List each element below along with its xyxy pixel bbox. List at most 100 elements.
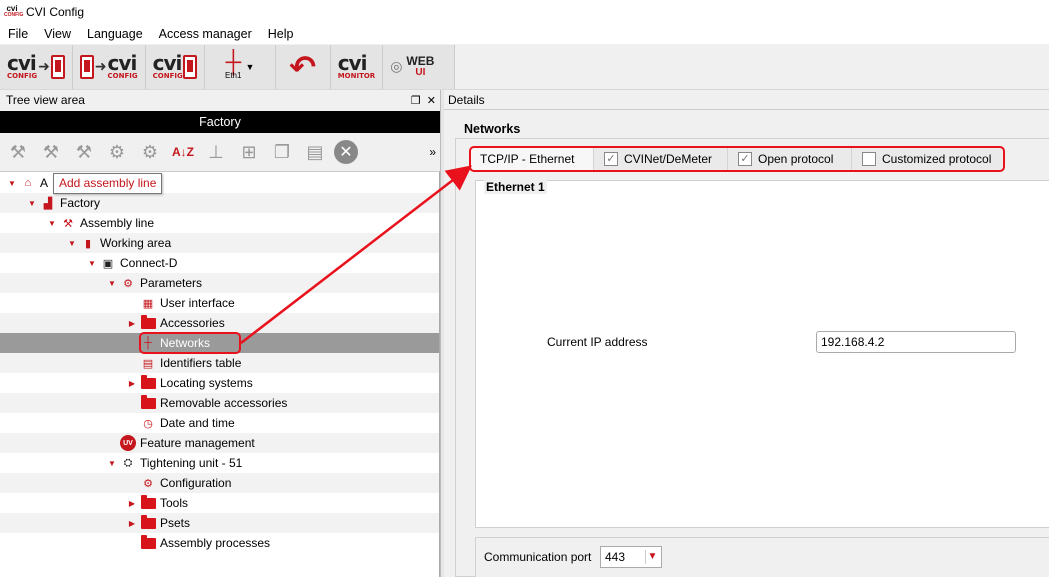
networks-section-title: Networks [464, 122, 521, 136]
tree-item-configuration[interactable]: ⚙ Configuration [0, 473, 439, 493]
ip-address-label: Current IP address [547, 335, 648, 349]
chevron-right-icon[interactable]: ▶ [126, 319, 138, 328]
add-controller-icon[interactable]: ⚙ [103, 138, 131, 166]
tree-view: ▼ ⌂ A ▼ ▟ Factory ▼ ⚒ Assembly line ▼ ▮ Working are… [0, 171, 440, 577]
ip-address-field[interactable] [816, 331, 1016, 353]
undo-button[interactable]: ↶ [283, 47, 323, 87]
folder-icon [140, 514, 156, 530]
tree-item-user-interface[interactable]: ▦ User interface [0, 293, 439, 313]
chevron-down-icon[interactable]: ▼ [106, 459, 118, 468]
send-config-button[interactable]: cvi CONFIG ➜ [7, 47, 65, 87]
controller-icon [50, 54, 65, 79]
tree-item-tightening-unit-51[interactable]: ▼ ⛭ Tightening unit - 51 [0, 453, 439, 473]
tree-item-assembly-processes[interactable]: Assembly processes [0, 533, 439, 553]
add-working-area-icon[interactable]: ⚒ [70, 138, 98, 166]
more-icon[interactable]: » [429, 145, 436, 159]
folder-icon [140, 394, 156, 410]
tree-item-feature-management[interactable]: UV Feature management [0, 433, 439, 453]
screw-icon[interactable]: ⊥ [202, 138, 230, 166]
folder-icon [140, 314, 156, 330]
web-ui-icon: WEB UI [406, 53, 435, 78]
menu-file[interactable]: File [0, 27, 36, 41]
tree-item-label: Identifiers table [160, 356, 242, 370]
menu-language[interactable]: Language [79, 27, 151, 41]
add-unit-icon[interactable]: ⚙ [136, 138, 164, 166]
chevron-right-icon[interactable]: ▶ [126, 499, 138, 508]
chevron-down-icon[interactable]: ▼ [86, 259, 98, 268]
sort-az-icon[interactable]: A↓Z [169, 138, 197, 166]
tree-item-label: Removable accessories [160, 396, 288, 410]
chevron-down-icon[interactable]: ▼ [6, 179, 18, 188]
tree-item-factory[interactable]: ▼ ▟ Factory [0, 193, 439, 213]
window-title: CVI Config [26, 4, 85, 19]
paste-icon[interactable]: ▤ [301, 138, 329, 166]
compare-icon [182, 54, 197, 79]
toolbar-group-eth: ┼ Eth1 ▼ [204, 44, 276, 89]
tree-item-label: Assembly line [80, 216, 155, 230]
tree-item-tools[interactable]: ▶ Tools [0, 493, 439, 513]
menu-help[interactable]: Help [260, 27, 302, 41]
tree-item-identifiers-table[interactable]: ▤ Identifiers table [0, 353, 439, 373]
networks-highlight-box [139, 332, 241, 354]
tree-item-label: Psets [160, 516, 191, 530]
tree-item-label: Parameters [140, 276, 203, 290]
toolbar-group-receive: ➜ cvi CONFIG [72, 44, 146, 89]
controller-icon: ▣ [102, 257, 114, 270]
details-header: Details [444, 90, 1049, 110]
tree-item-removable-accessories[interactable]: Removable accessories [0, 393, 439, 413]
chevron-right-icon[interactable]: ▶ [126, 519, 138, 528]
tree-view-title: Tree view area [6, 93, 85, 107]
cvi-config-icon: cvi CONFIG [107, 50, 138, 80]
tool-icon[interactable]: ⊞ [235, 138, 263, 166]
menu-view[interactable]: View [36, 27, 79, 41]
main-toolbar: cvi CONFIG ➜ ➜ cvi CONFIG cvi CONFIG ┼ Eth1… [0, 44, 1049, 90]
menu-access-manager[interactable]: Access manager [151, 27, 260, 41]
arrow-right-icon: ➜ [38, 58, 50, 74]
add-assembly-line-icon[interactable]: ⚒ [37, 138, 65, 166]
tightening-unit-icon: ⛭ [123, 456, 133, 469]
cvi-monitor-button[interactable]: cvi MONITOR [338, 47, 376, 87]
close-icon[interactable]: ✕ [427, 94, 436, 107]
parameters-icon: ⚙ [123, 277, 133, 290]
chevron-down-icon[interactable]: ▼ [245, 62, 254, 72]
undo-icon: ↶ [289, 48, 317, 85]
communication-port-select[interactable]: 443 ▼ [600, 546, 662, 568]
restore-icon[interactable]: ❐ [411, 94, 421, 107]
copy-icon[interactable]: ❐ [268, 138, 296, 166]
cvi-config-icon: cvi CONFIG [7, 50, 38, 80]
add-factory-icon[interactable]: ⚒ [4, 138, 32, 166]
working-area-icon: ▮ [84, 237, 92, 250]
chevron-down-icon[interactable]: ▼ [26, 199, 38, 208]
tree-item-parameters[interactable]: ▼ ⚙ Parameters [0, 273, 439, 293]
tree-item-locating-systems[interactable]: ▶ Locating systems [0, 373, 439, 393]
tree-item-working-area[interactable]: ▼ ▮ Working area [0, 233, 439, 253]
tree-item-accessories[interactable]: ▶ Accessories [0, 313, 439, 333]
chevron-down-icon[interactable]: ▼ [106, 279, 118, 288]
chevron-right-icon[interactable]: ▶ [126, 379, 138, 388]
communication-port-label: Communication port [484, 550, 592, 564]
tree-item-psets[interactable]: ▶ Psets [0, 513, 439, 533]
web-ui-button[interactable]: ◎ WEB UI [390, 47, 434, 87]
delete-icon[interactable]: ✕ [334, 140, 358, 164]
arrow-right-icon: ➜ [94, 58, 107, 74]
receive-config-button[interactable]: ➜ cvi CONFIG [79, 47, 138, 87]
chevron-down-icon[interactable]: ▼ [66, 239, 78, 248]
tree-item-date-and-time[interactable]: ◷ Date and time [0, 413, 439, 433]
tree-item-assembly-line[interactable]: ▼ ⚒ Assembly line [0, 213, 439, 233]
globe-icon: ◎ [390, 58, 403, 74]
compare-config-button[interactable]: cvi CONFIG [153, 47, 197, 87]
ethernet-group-title: Ethernet 1 [484, 180, 547, 194]
tooltip-add-assembly-line: Add assembly line [53, 173, 163, 194]
eth-connection-button[interactable]: ┼ Eth1 ▼ [212, 47, 268, 87]
chevron-down-icon[interactable]: ▼ [46, 219, 58, 228]
tree-toolbar: ⚒ ⚒ ⚒ ⚙ ⚙ A↓Z ⊥ ⊞ ❐ ▤ ✕ » [0, 133, 440, 171]
tree-item-label: Factory [60, 196, 101, 210]
cvi-monitor-icon: cvi MONITOR [337, 50, 376, 80]
tree-item-label: Tools [160, 496, 189, 510]
details-title: Details [448, 92, 485, 107]
tree-item-connect-d[interactable]: ▼ ▣ Connect-D [0, 253, 439, 273]
ethernet-group [475, 180, 1049, 528]
tree-item-label: Feature management [140, 436, 255, 450]
toolbar-group-compare: cvi CONFIG [145, 44, 205, 89]
chevron-down-icon[interactable]: ▼ [645, 550, 659, 564]
